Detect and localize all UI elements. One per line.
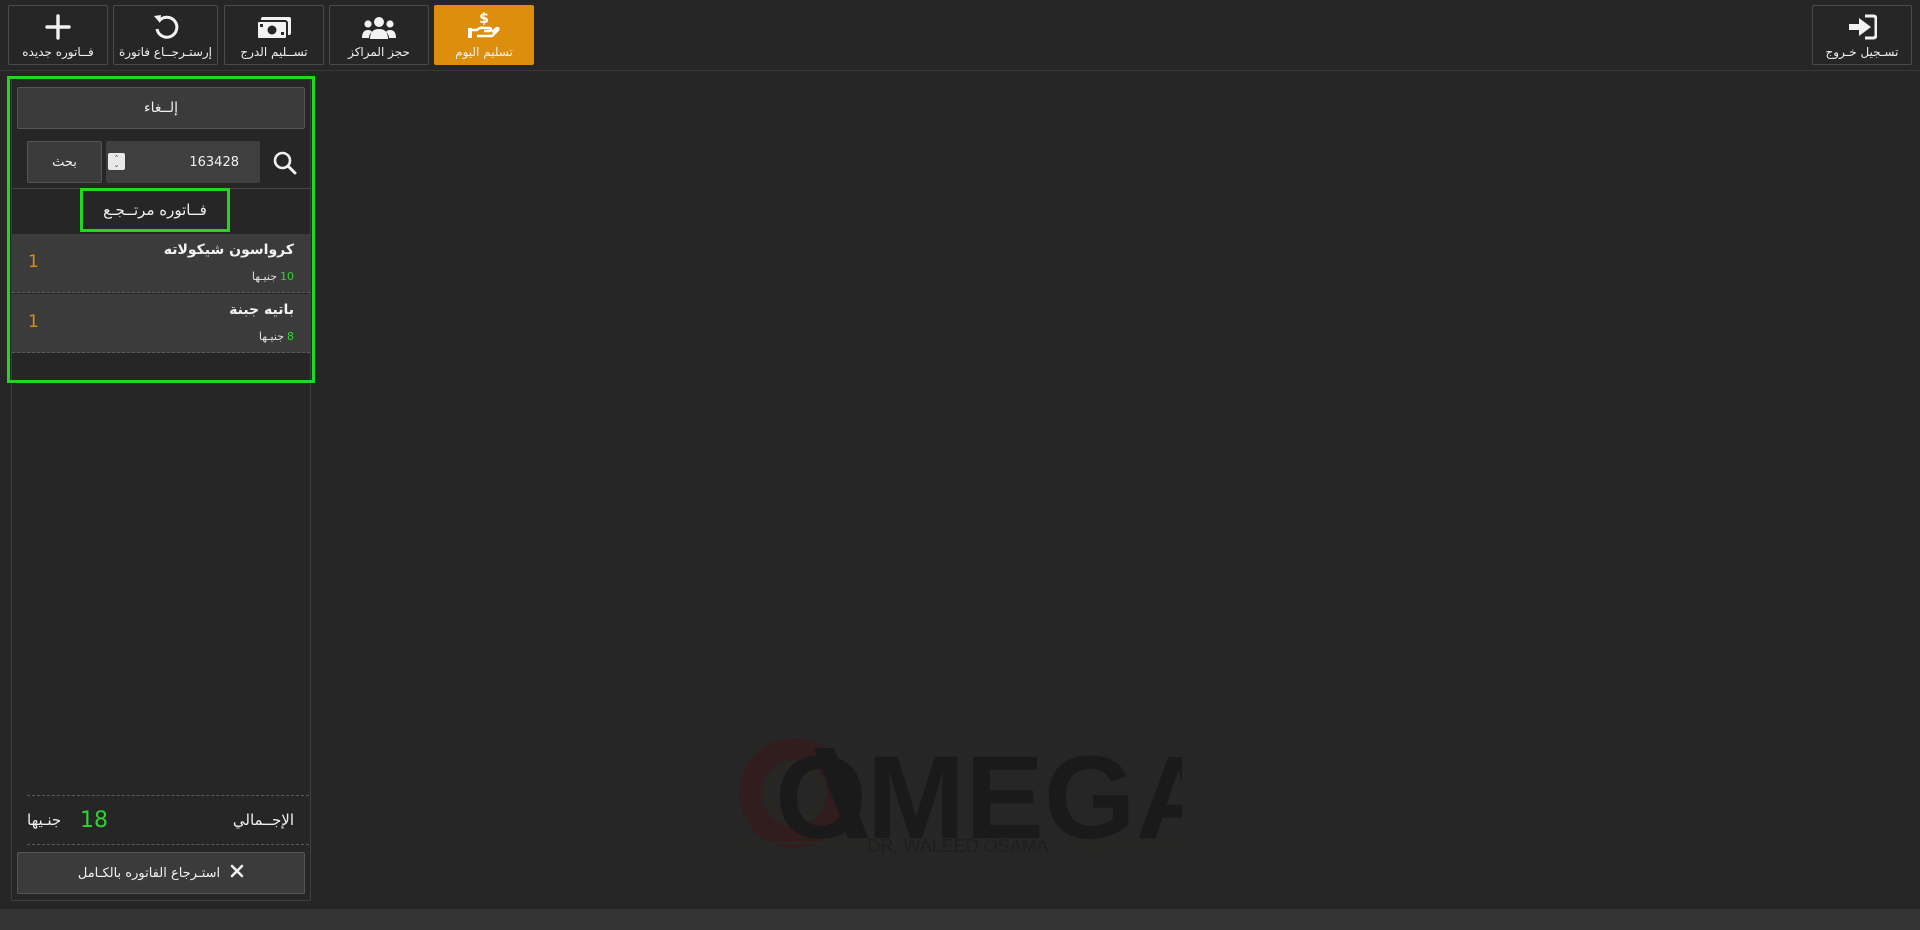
reserve-centers-label: حجز المراكز <box>348 44 410 59</box>
refund-label: استـرجاع الفاتوره بالكـامل <box>77 865 221 881</box>
close-icon <box>230 864 244 882</box>
hand-money-icon: $ <box>468 11 500 40</box>
users-icon <box>362 12 396 40</box>
item-price-value: 10 <box>280 270 294 283</box>
item-name: كرواسون شيكولاته <box>163 242 294 258</box>
sign-out-icon <box>1847 12 1877 40</box>
return-invoice-button[interactable]: إرستـرجــاع فاتورة <box>113 5 218 65</box>
item-price-value: 8 <box>287 330 294 343</box>
divider <box>27 844 309 845</box>
item-price-currency: جنيـها <box>258 330 284 343</box>
total-value: 18 <box>80 808 108 833</box>
search-icon <box>272 150 298 176</box>
list-item[interactable]: باتيه جبنة 8 جنيـها 1 <box>12 294 310 353</box>
top-toolbar: فــاتوره جديده إرستـرجــاع فاتورة تســلي… <box>0 0 1920 71</box>
total-currency: جنـيها <box>27 811 62 829</box>
new-invoice-label: فــاتوره جديده <box>22 44 94 59</box>
invoice-number-input[interactable] <box>106 141 260 183</box>
bottom-strip <box>0 909 1920 930</box>
item-quantity: 1 <box>28 252 39 272</box>
reserve-centers-button[interactable]: حجز المراكز <box>329 5 429 65</box>
logout-label: تسـجيل خـروج <box>1825 44 1899 59</box>
logout-button[interactable]: تسـجيل خـروج <box>1812 5 1912 65</box>
item-quantity: 1 <box>28 312 39 332</box>
total-label: الإجــمالي <box>232 811 294 829</box>
item-price-currency: جنيـها <box>251 270 277 283</box>
search-button[interactable]: بحث <box>27 141 102 183</box>
return-invoice-title: فــاتوره مرتــجـع <box>103 201 207 219</box>
list-item[interactable]: كرواسون شيكولاته 10 جنيـها 1 <box>12 234 310 293</box>
item-name: باتيه جبنة <box>229 302 294 318</box>
search-button-label: بحث <box>52 154 77 170</box>
drawer-handover-button[interactable]: تســليم الدرج <box>224 5 324 65</box>
number-spinner[interactable]: ⌃ ⌄ <box>108 153 125 170</box>
return-invoice-label: إرستـرجــاع فاتورة <box>118 44 213 59</box>
item-price: 10 جنيـها <box>252 270 294 283</box>
divider <box>27 795 309 796</box>
omega-watermark-logo: OMEGA DR. WALEED OSAMA <box>736 732 1221 864</box>
refund-full-invoice-button[interactable]: استـرجاع الفاتوره بالكـامل <box>17 852 305 894</box>
day-handover-button[interactable]: $ تسليم اليوم <box>434 5 534 65</box>
money-icon <box>256 12 292 40</box>
svg-text:$: $ <box>479 11 489 27</box>
cancel-label: إلــغاء <box>144 100 178 116</box>
watermark-subtitle: DR. WALEED OSAMA <box>867 836 1048 856</box>
new-invoice-button[interactable]: فــاتوره جديده <box>8 5 108 65</box>
undo-icon <box>152 12 180 40</box>
day-handover-label: تسليم اليوم <box>455 44 513 59</box>
drawer-handover-label: تســليم الدرج <box>240 44 308 59</box>
cancel-button[interactable]: إلــغاء <box>17 87 305 129</box>
plus-icon <box>45 12 71 40</box>
spinner-down-icon[interactable]: ⌄ <box>108 161 125 169</box>
item-price: 8 جنيـها <box>259 330 294 343</box>
